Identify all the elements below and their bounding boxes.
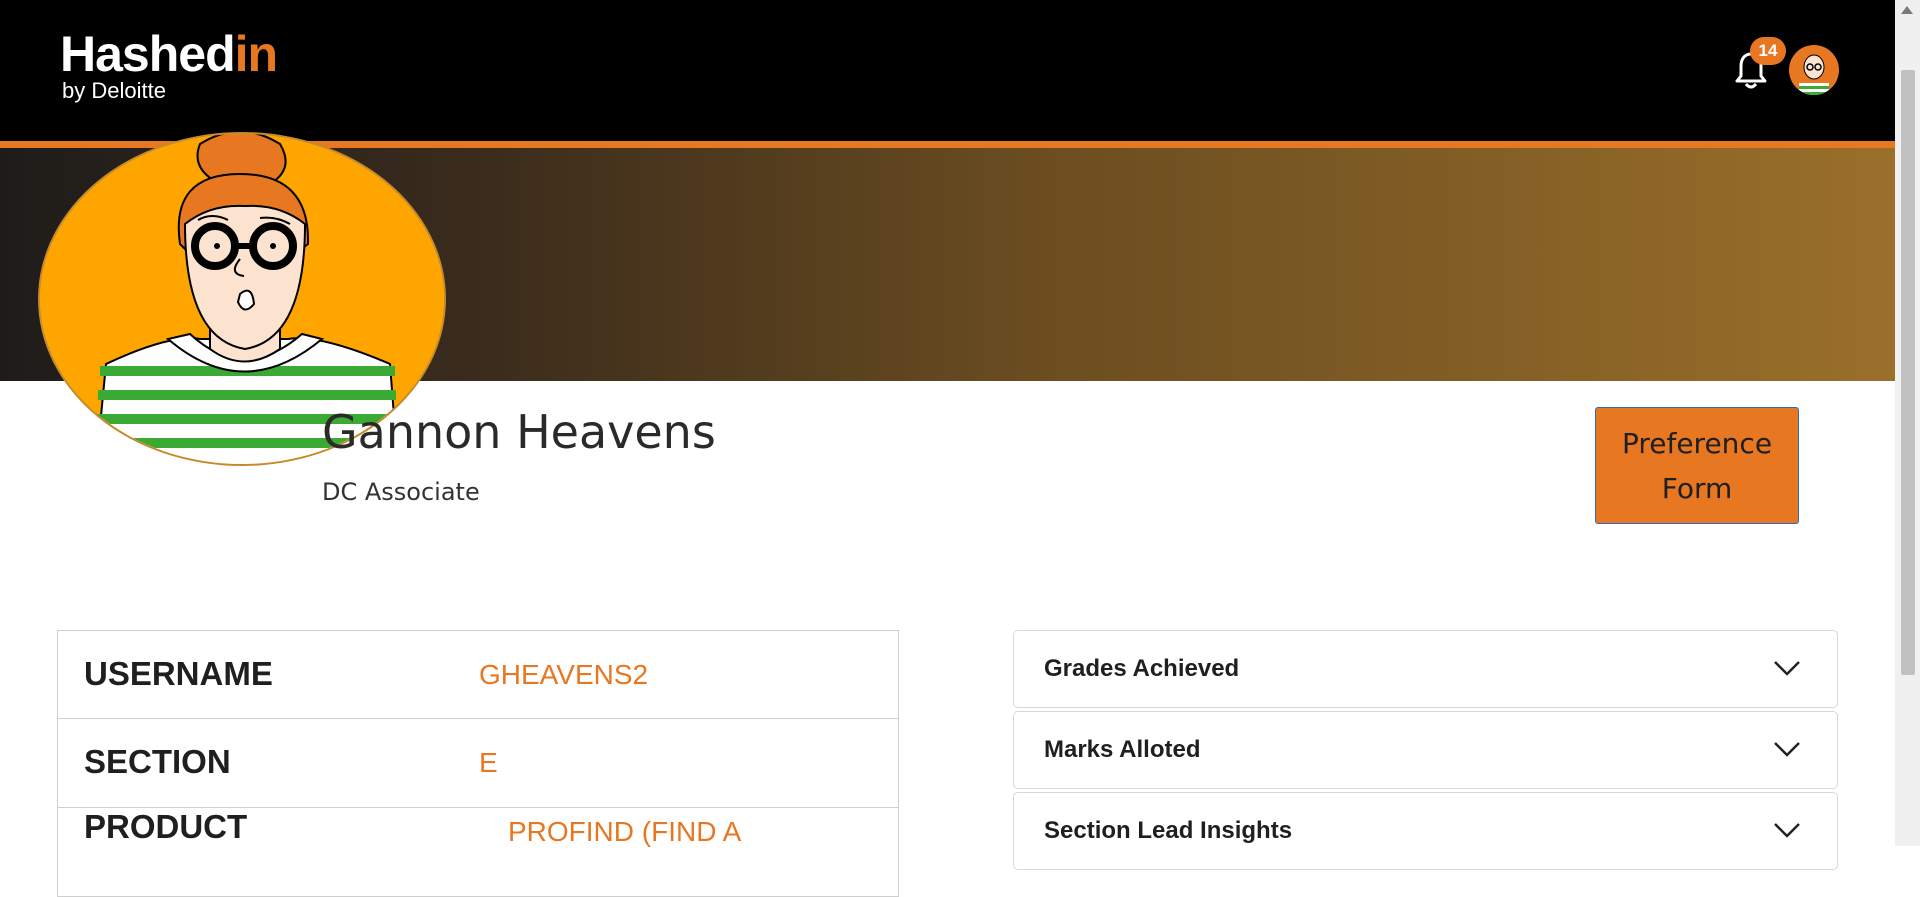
info-label: PRODUCT xyxy=(84,808,248,845)
info-label: SECTION xyxy=(84,743,231,780)
info-value: PROFIND (FIND A xyxy=(508,816,742,847)
user-avatar[interactable] xyxy=(1789,45,1839,95)
info-row-section: SECTION E xyxy=(57,719,899,808)
logo-accent-text: in xyxy=(234,26,278,82)
preference-form-button[interactable]: Preference Form xyxy=(1595,407,1799,524)
info-value: GHEAVENS2 xyxy=(479,659,649,690)
accordion-title: Grades Achieved xyxy=(1044,655,1240,682)
accordion-title: Section Lead Insights xyxy=(1044,817,1293,844)
info-row-product: PRODUCT PROFIND (FIND A xyxy=(57,808,899,897)
info-row-username: USERNAME GHEAVENS2 xyxy=(57,630,899,719)
info-label: USERNAME xyxy=(84,655,273,692)
profile-info-table: USERNAME GHEAVENS2 SECTION E PRODUCT PRO… xyxy=(57,630,899,897)
top-navbar: Hashedin by Deloitte 14 xyxy=(0,0,1895,148)
page-scrollbar[interactable] xyxy=(1895,0,1920,846)
accordion-list: Grades Achieved Marks Alloted Section Le… xyxy=(1013,630,1838,873)
chevron-down-icon[interactable] xyxy=(1773,659,1801,677)
info-value: E xyxy=(479,747,498,778)
accordion-grades-achieved[interactable]: Grades Achieved xyxy=(1013,630,1838,708)
profile-role: DC Associate xyxy=(322,478,480,506)
chevron-down-icon[interactable] xyxy=(1773,740,1801,758)
scrollbar-thumb[interactable] xyxy=(1901,70,1915,675)
hashedin-logo[interactable]: Hashedin by Deloitte xyxy=(60,26,278,104)
accordion-section-lead-insights[interactable]: Section Lead Insights xyxy=(1013,792,1838,870)
profile-name: Gannon Heavens xyxy=(322,405,716,459)
chevron-down-icon[interactable] xyxy=(1773,821,1801,839)
logo-text: Hashed xyxy=(60,26,236,82)
scroll-up-arrow-icon[interactable] xyxy=(1901,6,1913,14)
accordion-marks-alloted[interactable]: Marks Alloted xyxy=(1013,711,1838,789)
notification-badge[interactable]: 14 xyxy=(1750,37,1786,65)
accordion-title: Marks Alloted xyxy=(1044,736,1201,763)
